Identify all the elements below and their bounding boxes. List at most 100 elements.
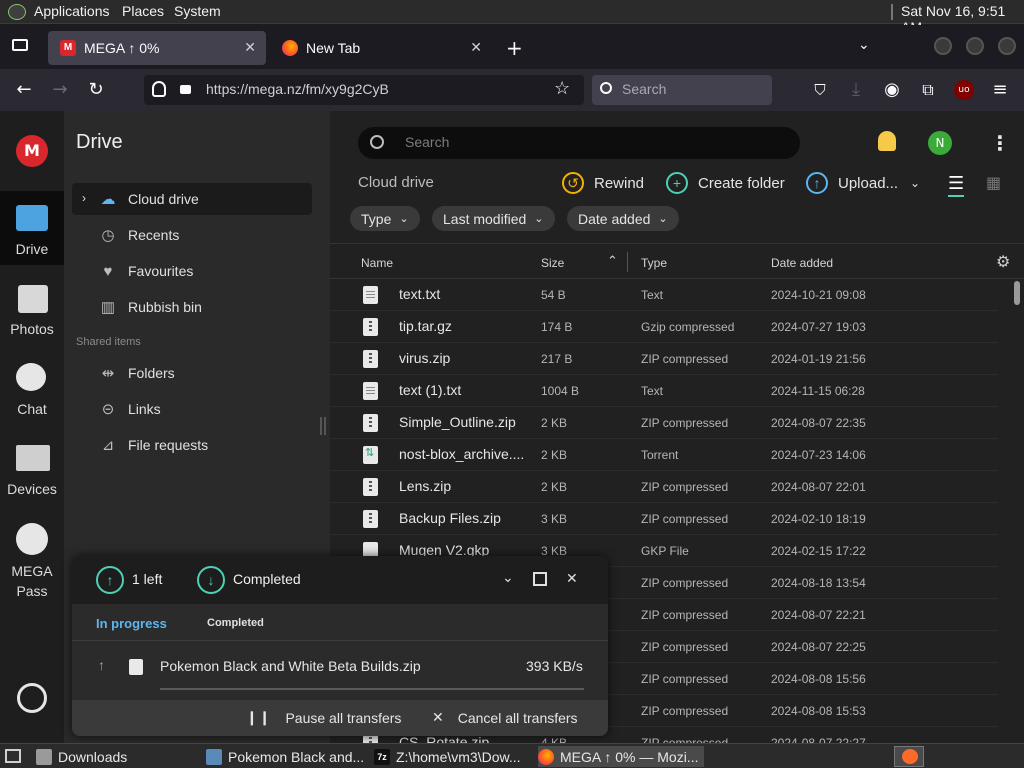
notifications-bell-icon[interactable]	[878, 131, 896, 151]
file-date-added: 2024-08-07 22:21	[771, 608, 866, 622]
places-menu[interactable]: Places	[122, 3, 164, 19]
column-divider[interactable]	[627, 252, 628, 272]
column-name[interactable]: Name	[361, 256, 393, 270]
chevron-down-icon[interactable]: ⌄	[910, 176, 920, 190]
table-row[interactable]: virus.zip 217 B ZIP compressed 2024-01-19 2…	[330, 343, 998, 375]
table-row[interactable]: Backup Files.zip 3 KB ZIP compressed 2024-0…	[330, 503, 998, 535]
downloads-icon[interactable]: ⤓	[846, 80, 866, 100]
file-type: ZIP compressed	[641, 608, 729, 622]
tab-in-progress[interactable]: In progress	[96, 616, 167, 631]
table-row[interactable]: tip.tar.gz 174 B Gzip compressed 2024-07-27…	[330, 311, 998, 343]
tab-new-tab[interactable]: New Tab ✕	[270, 31, 492, 65]
file-size: 217 B	[541, 352, 573, 366]
breadcrumb[interactable]: Cloud drive	[358, 174, 434, 191]
column-type[interactable]: Type	[641, 256, 667, 270]
account-icon[interactable]: ◉	[882, 80, 902, 100]
list-all-tabs-icon[interactable]: ⌄	[858, 37, 870, 53]
sidebar-item-cloud-drive[interactable]: › ☁ Cloud drive	[72, 183, 312, 215]
url-bar[interactable]: https://mega.nz/fm/xy9g2CyB ☆	[144, 75, 584, 105]
taskbar-item-firefox[interactable]: MEGA ↑ 0% — Mozi...	[538, 746, 704, 767]
sidebar-item-recents[interactable]: ◷ Recents	[72, 219, 312, 251]
tab-mega[interactable]: M MEGA ↑ 0% ✕	[48, 31, 266, 65]
maximize-window-button[interactable]	[966, 37, 984, 55]
sidebar-resize-handle[interactable]	[320, 417, 326, 435]
ublock-icon[interactable]: uo	[954, 80, 974, 100]
filter-last-modified[interactable]: Last modified ⌄	[432, 206, 555, 231]
create-folder-button[interactable]: + Create folder	[666, 171, 785, 195]
close-panel-icon[interactable]: ✕	[566, 570, 578, 587]
table-row[interactable]: Lens.zip 2 KB ZIP compressed 2024-08-07 22:…	[330, 471, 998, 503]
close-tab-icon[interactable]: ✕	[470, 39, 482, 56]
extensions-icon[interactable]: ⧉	[918, 80, 938, 100]
table-row[interactable]: text.txt 54 B Text 2024-10-21 09:08	[330, 279, 998, 311]
distro-logo-icon[interactable]	[8, 4, 26, 20]
panel-separator	[891, 4, 893, 20]
sidebar-item-rubbish-bin[interactable]: ▥ Rubbish bin	[72, 291, 312, 323]
new-tab-button[interactable]: +	[506, 36, 523, 60]
rail-item-chat[interactable]: Chat	[0, 357, 64, 427]
file-list-scrollbar[interactable]	[1014, 281, 1020, 305]
column-date-added[interactable]: Date added	[771, 256, 833, 270]
collapse-panel-icon[interactable]: ⌄	[502, 569, 514, 586]
system-menu[interactable]: System	[174, 3, 221, 19]
support-icon[interactable]	[17, 683, 47, 713]
browser-search-field[interactable]: Search	[592, 75, 772, 105]
folder-icon	[36, 748, 52, 765]
close-window-button[interactable]	[998, 37, 1016, 55]
text-file-icon	[363, 382, 378, 400]
file-name: tip.tar.gz	[399, 318, 452, 334]
table-row[interactable]: nost-blox_archive.... 2 KB Torrent 2024-07-…	[330, 439, 998, 471]
minimize-window-button[interactable]	[934, 37, 952, 55]
sort-ascending-icon[interactable]: ⌃	[607, 253, 618, 269]
sidebar-item-file-requests[interactable]: ⊿ File requests	[72, 429, 312, 461]
taskbar-item-downloads[interactable]: Downloads	[36, 746, 202, 767]
transfers-left-count: 1 left	[132, 571, 163, 587]
column-size[interactable]: Size	[541, 256, 564, 270]
list-view-icon[interactable]: ☰	[948, 173, 965, 197]
shield-icon[interactable]	[152, 81, 166, 97]
filter-type[interactable]: Type ⌄	[350, 206, 420, 231]
forward-icon[interactable]: →	[50, 80, 70, 100]
upload-button[interactable]: ↑ Upload... ⌄	[806, 171, 920, 195]
open-transfers-icon[interactable]	[533, 572, 547, 586]
applications-menu[interactable]: Applications	[34, 3, 110, 19]
url-text[interactable]: https://mega.nz/fm/xy9g2CyB	[206, 81, 389, 97]
table-row[interactable]: text (1).txt 1004 B Text 2024-11-15 06:28	[330, 375, 998, 407]
more-options-icon[interactable]: ⋮	[990, 131, 1010, 155]
table-header: Name Size ⌃ Type Date added ⚙	[330, 243, 1024, 279]
filter-date-added[interactable]: Date added ⌄	[567, 206, 679, 231]
bookmark-star-icon[interactable]: ☆	[554, 78, 570, 99]
workspace-switcher[interactable]	[894, 746, 924, 767]
sidebar-item-folders[interactable]: ⇹ Folders	[72, 357, 312, 389]
avatar[interactable]: N	[928, 131, 952, 155]
show-desktop-icon[interactable]	[5, 749, 21, 763]
grid-view-icon[interactable]: ▦	[986, 173, 1001, 192]
cancel-all-button[interactable]: ✕ Cancel all transfers	[432, 709, 578, 726]
pause-all-button[interactable]: ❙❙ Pause all transfers	[246, 709, 401, 726]
file-date-added: 2024-07-27 19:03	[771, 320, 866, 334]
transfer-file-name: Pokemon Black and White Beta Builds.zip	[160, 658, 421, 674]
mega-logo-icon[interactable]: M	[16, 135, 48, 167]
tab-completed[interactable]: Completed	[207, 617, 264, 629]
taskbar-item-pokemon[interactable]: Pokemon Black and...	[206, 746, 372, 767]
rail-item-drive[interactable]: Drive	[0, 191, 64, 265]
table-row[interactable]: Simple_Outline.zip 2 KB ZIP compressed 2024…	[330, 407, 998, 439]
reload-icon[interactable]: ↻	[86, 80, 106, 100]
drive-search-input[interactable]: Search	[358, 127, 800, 159]
close-tab-icon[interactable]: ✕	[244, 39, 256, 56]
taskbar-item-7zip[interactable]: 7z Z:\home\vm3\Dow...	[374, 746, 536, 767]
expand-arrow-icon[interactable]: ›	[82, 191, 86, 205]
rail-item-devices[interactable]: Devices	[0, 437, 64, 507]
firefox-view-icon[interactable]	[12, 39, 28, 51]
back-icon[interactable]: ←	[14, 80, 34, 100]
menu-icon[interactable]: ≡	[990, 80, 1010, 100]
pocket-icon[interactable]: ⛉	[810, 80, 830, 100]
sidebar-item-favourites[interactable]: ♥ Favourites	[72, 255, 312, 287]
rewind-button[interactable]: ↺ Rewind	[562, 171, 644, 195]
sidebar-item-links[interactable]: ⊝ Links	[72, 393, 312, 425]
file-date-added: 2024-11-15 06:28	[771, 384, 865, 398]
lock-icon[interactable]	[180, 85, 191, 94]
rail-item-photos[interactable]: Photos	[0, 277, 64, 347]
rail-item-mega-pass[interactable]: MEGA Pass	[0, 517, 64, 601]
column-settings-gear-icon[interactable]: ⚙	[996, 252, 1010, 272]
